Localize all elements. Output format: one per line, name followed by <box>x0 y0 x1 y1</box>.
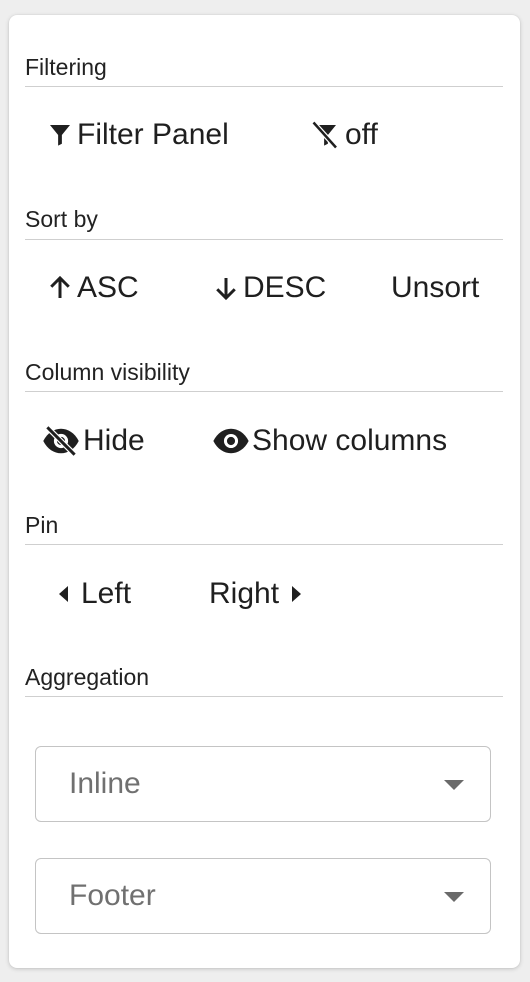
inline-aggregation-select[interactable]: Inline <box>35 746 491 822</box>
pin-left-label: Left <box>81 577 132 610</box>
filter-off-label: off <box>345 118 378 151</box>
sort-asc-label: ASC <box>77 271 139 304</box>
pin-divider <box>25 544 503 545</box>
unsort-button[interactable]: Unsort <box>391 270 479 306</box>
filter-icon <box>45 120 75 150</box>
arrow-up-icon <box>45 273 75 303</box>
filter-off-button[interactable]: off <box>309 117 378 153</box>
pin-right-label: Right <box>209 577 280 610</box>
sort-desc-label: DESC <box>243 271 327 304</box>
unsort-label: Unsort <box>391 271 480 304</box>
footer-aggregation-select[interactable]: Footer <box>35 858 491 934</box>
chevron-down-icon <box>444 892 464 902</box>
visibility-section-title: Column visibility <box>25 359 190 385</box>
filter-panel-label: Filter Panel <box>77 118 229 151</box>
hide-label: Hide <box>83 424 145 457</box>
caret-right-icon <box>291 584 303 604</box>
column-menu-panel: Filtering Filter Panel off Sort by ASC D… <box>9 15 520 968</box>
hide-column-button[interactable]: Hide <box>41 423 145 459</box>
pin-right-button[interactable]: Right <box>209 576 303 612</box>
filtering-divider <box>25 86 503 87</box>
caret-left-icon <box>57 584 69 604</box>
filter-panel-button[interactable]: Filter Panel <box>45 117 229 153</box>
filtering-section-title: Filtering <box>25 54 107 80</box>
chevron-down-icon <box>444 780 464 790</box>
sort-asc-button[interactable]: ASC <box>45 270 139 306</box>
show-columns-button[interactable]: Show columns <box>212 423 447 459</box>
eye-icon <box>212 427 250 455</box>
aggregation-divider <box>25 696 503 697</box>
aggregation-section-title: Aggregation <box>25 664 150 690</box>
show-columns-label: Show columns <box>252 424 448 457</box>
arrow-down-icon <box>211 273 241 303</box>
sort-divider <box>25 239 503 240</box>
sort-desc-button[interactable]: DESC <box>211 270 326 306</box>
sort-section-title: Sort by <box>25 206 98 232</box>
visibility-divider <box>25 391 503 392</box>
eye-off-icon <box>41 426 81 456</box>
filter-off-icon <box>309 120 343 150</box>
inline-aggregation-value: Inline <box>69 767 141 800</box>
pin-left-button[interactable]: Left <box>57 576 131 612</box>
pin-section-title: Pin <box>25 512 59 538</box>
footer-aggregation-value: Footer <box>69 879 156 912</box>
